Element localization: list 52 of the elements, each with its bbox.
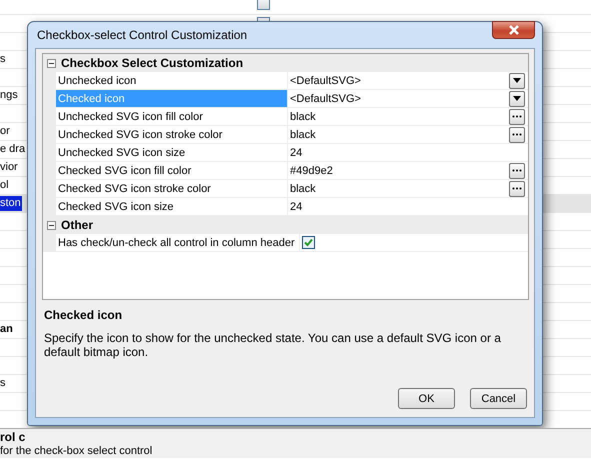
- section-heading: rol c: [0, 429, 26, 444]
- property-name[interactable]: Checked SVG icon size: [56, 198, 288, 215]
- collapse-toggle[interactable]: [47, 58, 56, 68]
- dropdown-button[interactable]: [509, 90, 525, 106]
- property-value[interactable]: 24: [290, 200, 302, 212]
- list-item[interactable]: vior: [0, 160, 19, 175]
- property-value[interactable]: black: [290, 128, 316, 140]
- ellipsis-button[interactable]: [509, 162, 525, 178]
- close-button[interactable]: [492, 21, 535, 39]
- property-name[interactable]: Unchecked SVG icon size: [56, 144, 288, 161]
- collapse-toggle[interactable]: [47, 220, 56, 230]
- caret-icon: [513, 96, 521, 101]
- list-item[interactable]: or: [0, 124, 11, 139]
- description-text: Specify the icon to show for the unchecked state. You can use a default SVG icon or a default bitmap icon.: [44, 331, 502, 359]
- ellipsis-button[interactable]: [509, 126, 525, 142]
- ellipsis-icon: [512, 115, 522, 118]
- property-value[interactable]: black: [290, 110, 316, 122]
- list-item[interactable]: ngs: [0, 88, 19, 103]
- list-item[interactable]: ston: [0, 196, 22, 211]
- property-name[interactable]: Checked SVG icon stroke color: [56, 180, 288, 197]
- property-value[interactable]: <DefaultSVG>: [290, 74, 361, 86]
- category-heading: Other: [61, 218, 94, 232]
- list-item[interactable]: ol: [0, 178, 10, 193]
- window-title: Checkbox-select Control Customization: [36, 28, 248, 42]
- property-name[interactable]: Has check/un-check all control in column header: [56, 234, 300, 251]
- property-name[interactable]: Unchecked SVG icon stroke color: [56, 126, 288, 143]
- caret-icon: [513, 78, 521, 83]
- ellipsis-button[interactable]: [509, 108, 525, 124]
- checkbox[interactable]: [302, 236, 315, 249]
- category-heading: Checkbox Select Customization: [61, 56, 244, 70]
- property-name[interactable]: Unchecked icon: [56, 72, 288, 89]
- ok-button[interactable]: OK: [398, 388, 455, 409]
- property-value[interactable]: #49d9e2: [290, 164, 333, 176]
- description-text: for the check-box select control: [0, 444, 154, 457]
- property-value[interactable]: 24: [290, 146, 302, 158]
- property-name[interactable]: Unchecked SVG icon fill color: [56, 108, 288, 125]
- dropdown-button[interactable]: [509, 72, 525, 88]
- ellipsis-icon: [512, 169, 522, 172]
- list-item[interactable]: e dra: [0, 142, 26, 157]
- ellipsis-icon: [512, 133, 522, 136]
- ellipsis-icon: [512, 187, 522, 190]
- property-value[interactable]: <DefaultSVG>: [290, 92, 361, 104]
- list-item[interactable]: s: [0, 376, 6, 391]
- close-icon: [506, 25, 520, 35]
- description-title: Checked icon: [44, 308, 124, 322]
- ellipsis-button[interactable]: [509, 180, 525, 196]
- property-value[interactable]: black: [290, 182, 316, 194]
- cancel-button[interactable]: Cancel: [470, 388, 527, 409]
- checkbox-icon[interactable]: [257, 0, 270, 10]
- list-item[interactable]: s: [0, 52, 6, 67]
- property-name[interactable]: Checked SVG icon fill color: [56, 162, 288, 179]
- section-heading[interactable]: an: [0, 322, 14, 337]
